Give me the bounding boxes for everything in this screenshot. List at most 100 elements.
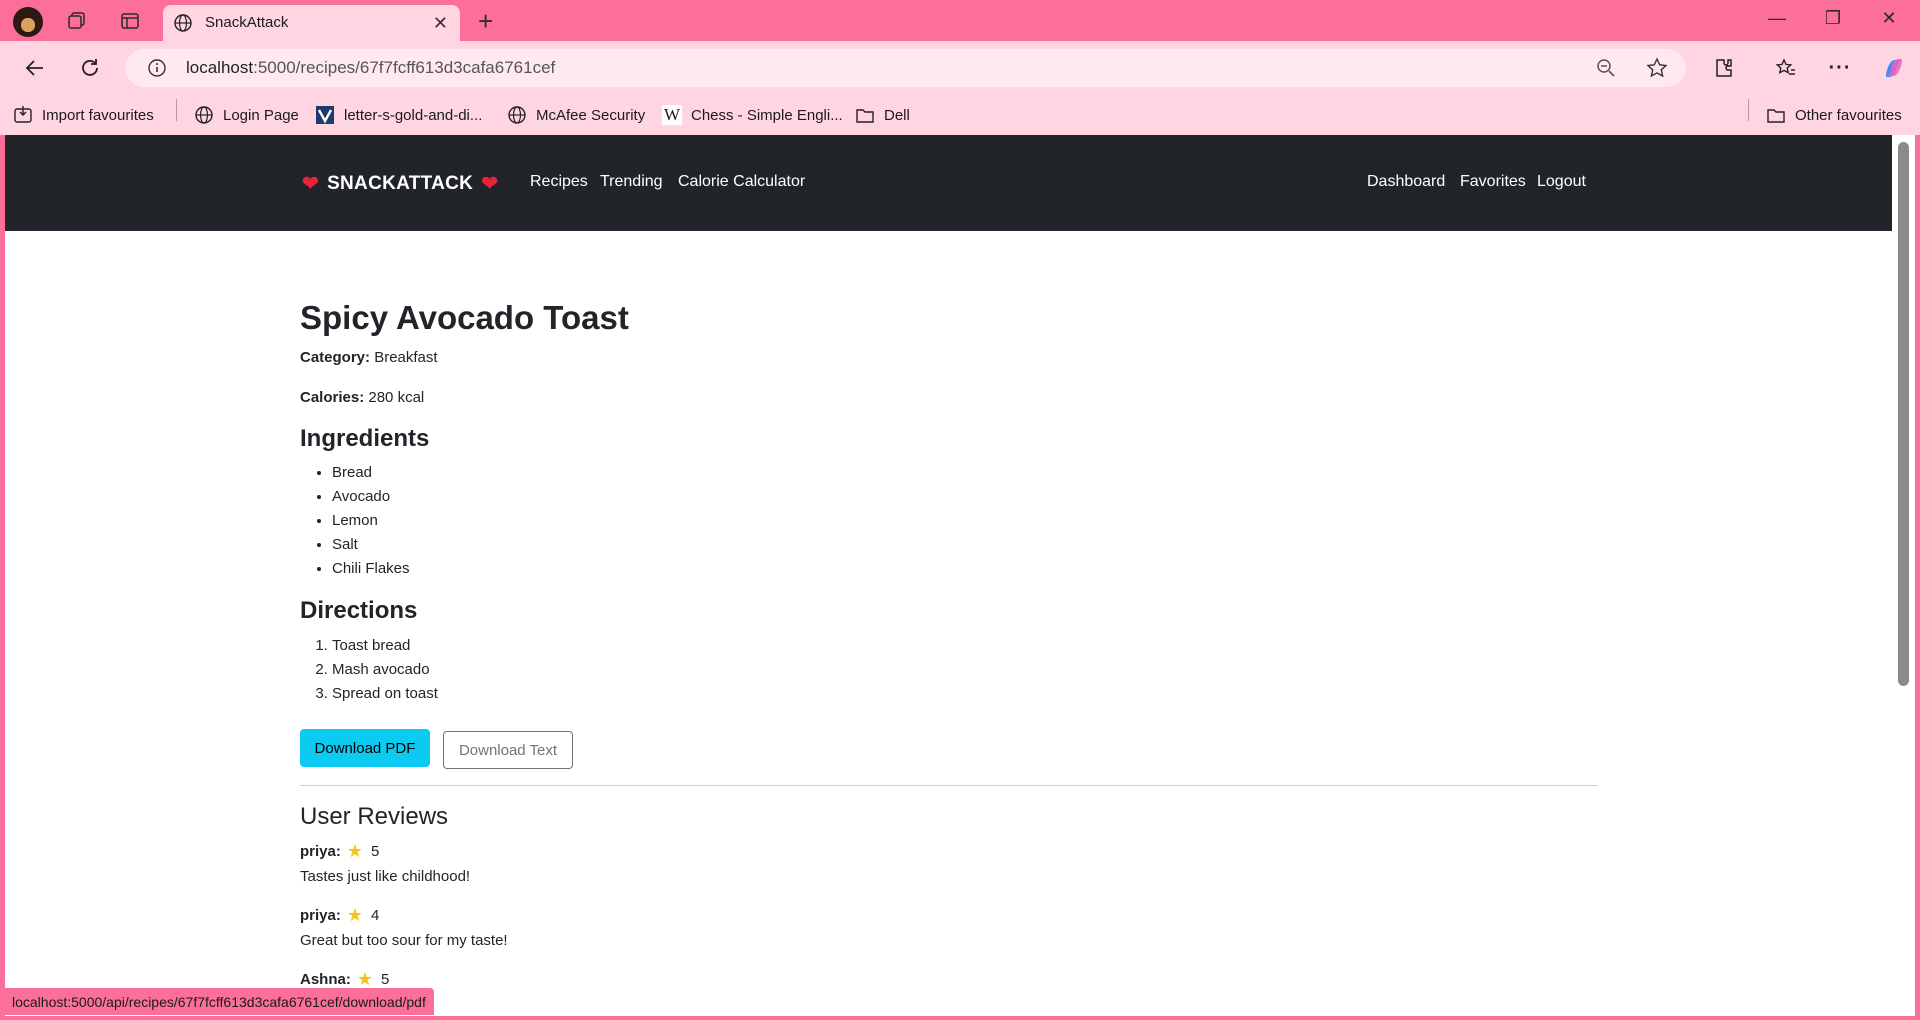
bookmark-label: Chess - Simple Engli...	[691, 106, 843, 124]
bookmark-label: Login Page	[223, 106, 299, 124]
bookmark-label: Other favourites	[1795, 106, 1902, 124]
review-rating: 4	[371, 907, 380, 924]
folder-icon	[855, 105, 875, 125]
bookmark-dell[interactable]: Dell	[855, 103, 910, 127]
directions-heading: Directions	[300, 597, 418, 624]
recipe-title: Spicy Avocado Toast	[300, 299, 629, 336]
reload-icon[interactable]	[75, 53, 105, 83]
list-item: Salt	[332, 533, 410, 557]
collections-icon[interactable]	[64, 8, 90, 34]
review-user: Ashna:	[300, 971, 351, 988]
nav-recipes[interactable]: Recipes	[530, 173, 588, 191]
list-item: Bread	[332, 461, 410, 485]
more-options-icon[interactable]: ···	[1826, 54, 1854, 82]
brand-logo[interactable]: ❤ SNACKATTACK ❤	[302, 171, 506, 196]
scrollbar-thumb[interactable]	[1898, 142, 1909, 686]
back-icon[interactable]	[20, 53, 50, 83]
bookmark-label: McAfee Security	[536, 106, 646, 124]
globe-icon	[507, 105, 527, 125]
bookmark-import-favourites[interactable]: Import favourites	[13, 103, 154, 127]
review-rating: 5	[371, 843, 380, 860]
browser-tab-bar: SnackAttack ✕ + — ❐ ✕	[0, 0, 1920, 41]
address-bar[interactable]: localhost:5000/recipes/67f7fcff613d3cafa…	[125, 49, 1686, 87]
nav-favorites[interactable]: Favorites	[1460, 173, 1526, 191]
review-user: priya:	[300, 843, 341, 860]
nav-calorie-calculator[interactable]: Calorie Calculator	[678, 173, 805, 191]
url-text: localhost:5000/recipes/67f7fcff613d3cafa…	[186, 58, 555, 78]
section-divider	[300, 785, 1598, 786]
browser-toolbar: localhost:5000/recipes/67f7fcff613d3cafa…	[0, 41, 1920, 94]
ingredients-list: Bread Avocado Lemon Salt Chili Flakes	[300, 461, 410, 581]
link-status-bar: localhost:5000/api/recipes/67f7fcff613d3…	[4, 988, 434, 1015]
list-item: Mash avocado	[332, 658, 438, 682]
review-text: Tastes just like childhood!	[300, 868, 471, 885]
window-frame	[0, 1016, 1920, 1020]
nav-trending[interactable]: Trending	[600, 173, 663, 191]
favorites-list-icon[interactable]	[1772, 54, 1800, 82]
site-navbar: ❤ SNACKATTACK ❤ Recipes Trending Calorie…	[5, 135, 1892, 231]
tab-snackattack[interactable]: SnackAttack ✕	[163, 5, 460, 41]
vector-site-icon	[315, 105, 335, 125]
folder-icon	[1766, 105, 1786, 125]
review-rating: 5	[380, 971, 390, 988]
globe-icon	[194, 105, 214, 125]
review-text: Great but too sour for my taste!	[300, 932, 508, 949]
download-text-button[interactable]: Download Text	[443, 731, 573, 769]
web-page: ❤ SNACKATTACK ❤ Recipes Trending Calorie…	[5, 135, 1892, 1016]
directions-list: Toast bread Mash avocado Spread on toast	[300, 634, 438, 706]
review-item: priya: ★ 5 Tastes just like childhood!	[300, 841, 470, 885]
bookmark-label: Dell	[884, 106, 910, 124]
globe-icon	[173, 13, 193, 38]
calories-value: 280 kcal	[368, 389, 425, 406]
bookmark-divider	[1748, 99, 1749, 121]
bookmark-login-page[interactable]: Login Page	[194, 103, 299, 127]
url-host: localhost	[186, 58, 254, 77]
extensions-icon[interactable]	[1710, 54, 1738, 82]
bookmark-divider	[176, 99, 177, 121]
profile-avatar[interactable]	[13, 7, 43, 37]
recipe-calories: Calories: 280 kcal	[300, 389, 424, 406]
bookmark-mcafee[interactable]: McAfee Security	[507, 103, 645, 127]
close-window-icon[interactable]: ✕	[1874, 8, 1904, 29]
star-icon: ★	[356, 969, 373, 989]
list-item: Spread on toast	[332, 682, 438, 706]
list-item: Avocado	[332, 485, 410, 509]
zoom-out-icon[interactable]	[1596, 58, 1616, 83]
star-icon: ★	[346, 841, 363, 861]
review-item: priya: ★ 4 Great but too sour for my taste…	[300, 905, 508, 949]
nav-dashboard[interactable]: Dashboard	[1367, 173, 1445, 191]
reviews-heading: User Reviews	[300, 803, 449, 830]
star-icon: ★	[346, 905, 363, 925]
site-info-icon[interactable]	[147, 58, 167, 83]
bookmarks-bar: Import favourites Login Page letter-s-go…	[0, 94, 1920, 135]
vertical-tabs-icon[interactable]	[117, 8, 143, 34]
list-item: Chili Flakes	[332, 557, 410, 581]
list-item: Toast bread	[332, 634, 438, 658]
nav-logout[interactable]: Logout	[1537, 173, 1586, 191]
review-item: Ashna: ★ 5	[300, 969, 389, 990]
heart-icon: ❤	[302, 173, 320, 195]
bookmark-chess[interactable]: W Chess - Simple Engli...	[662, 103, 843, 127]
brand-name: SNACKATTACK	[327, 172, 474, 194]
category-value: Breakfast	[374, 349, 438, 366]
bookmark-letter-s[interactable]: letter-s-gold-and-di...	[315, 103, 482, 127]
review-user: priya:	[300, 907, 341, 924]
new-tab-icon[interactable]: +	[478, 6, 493, 37]
category-label: Category:	[300, 349, 371, 366]
heart-icon: ❤	[481, 173, 499, 195]
import-icon	[13, 105, 33, 125]
download-pdf-button[interactable]: Download PDF	[300, 729, 430, 767]
restore-icon[interactable]: ❐	[1818, 8, 1848, 29]
window-frame	[1915, 135, 1920, 1020]
favorite-star-icon[interactable]	[1646, 57, 1668, 84]
bookmark-label: Import favourites	[42, 106, 154, 124]
ingredients-heading: Ingredients	[300, 425, 430, 452]
bookmark-other-favourites[interactable]: Other favourites	[1766, 103, 1902, 127]
wikipedia-icon: W	[662, 105, 682, 125]
url-path: :5000/recipes/67f7fcff613d3cafa6761cef	[253, 58, 556, 77]
close-tab-icon[interactable]: ✕	[433, 13, 448, 34]
calories-label: Calories:	[300, 389, 365, 406]
copilot-icon[interactable]	[1880, 54, 1908, 82]
minimize-icon[interactable]: —	[1762, 8, 1792, 29]
tab-title: SnackAttack	[205, 14, 289, 31]
